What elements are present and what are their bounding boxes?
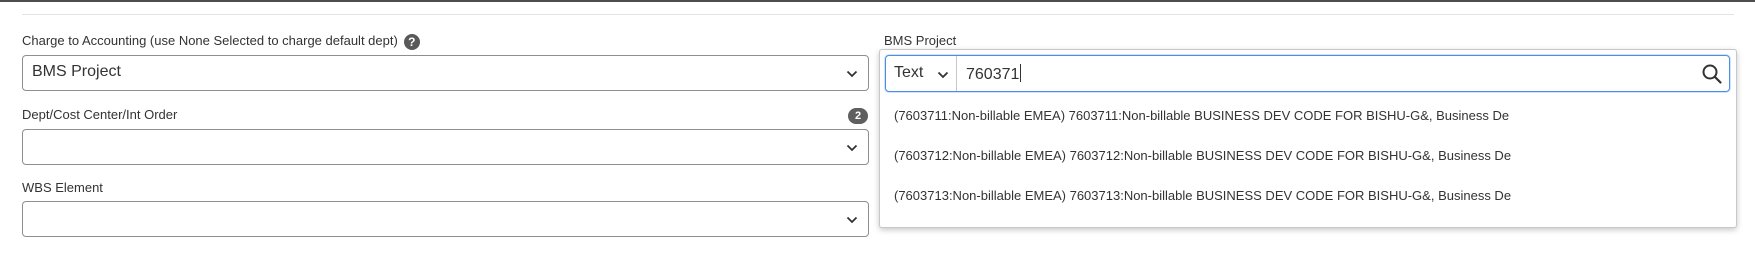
- dept-cost-center-select[interactable]: [22, 129, 869, 165]
- charge-to-accounting-value: BMS Project: [32, 63, 121, 80]
- charge-to-accounting-label: Charge to Accounting (use None Selected …: [22, 33, 420, 50]
- magnifier-search-icon[interactable]: [1701, 63, 1723, 85]
- search-type-value: Text: [894, 64, 924, 81]
- wbs-element-label: WBS Element: [22, 180, 103, 195]
- bms-project-search-bar: Text 760371: [885, 55, 1730, 92]
- search-result-item[interactable]: (7603712:Non-billable EMEA) 7603712:Non-…: [894, 147, 1511, 165]
- wbs-element-select[interactable]: [22, 201, 869, 237]
- chevron-down-icon: [937, 71, 949, 79]
- bms-project-search-input[interactable]: 760371: [966, 64, 1022, 84]
- question-circle-icon[interactable]: ?: [403, 33, 420, 50]
- charge-to-accounting-label-text: Charge to Accounting (use None Selected …: [22, 33, 398, 48]
- search-type-select[interactable]: Text: [886, 56, 957, 91]
- chevron-down-icon: [846, 144, 858, 152]
- search-result-item[interactable]: (7603713:Non-billable EMEA) 7603713:Non-…: [894, 187, 1511, 205]
- chevron-down-icon: [846, 70, 858, 78]
- bms-project-search-dropdown: Text 760371 (7603711:Non-billable EMEA) …: [879, 49, 1737, 228]
- bms-project-label: BMS Project: [884, 33, 957, 48]
- chevron-down-icon: [846, 216, 858, 224]
- search-input-value: 760371: [966, 66, 1020, 83]
- section-divider: [22, 14, 1734, 15]
- top-border: [0, 0, 1755, 2]
- search-result-item[interactable]: (7603711:Non-billable EMEA) 7603711:Non-…: [894, 107, 1509, 125]
- charge-to-accounting-select[interactable]: BMS Project: [22, 55, 869, 91]
- text-caret: [1020, 64, 1022, 82]
- dept-cost-center-label: Dept/Cost Center/Int Order: [22, 107, 178, 122]
- count-badge: 2: [848, 108, 868, 124]
